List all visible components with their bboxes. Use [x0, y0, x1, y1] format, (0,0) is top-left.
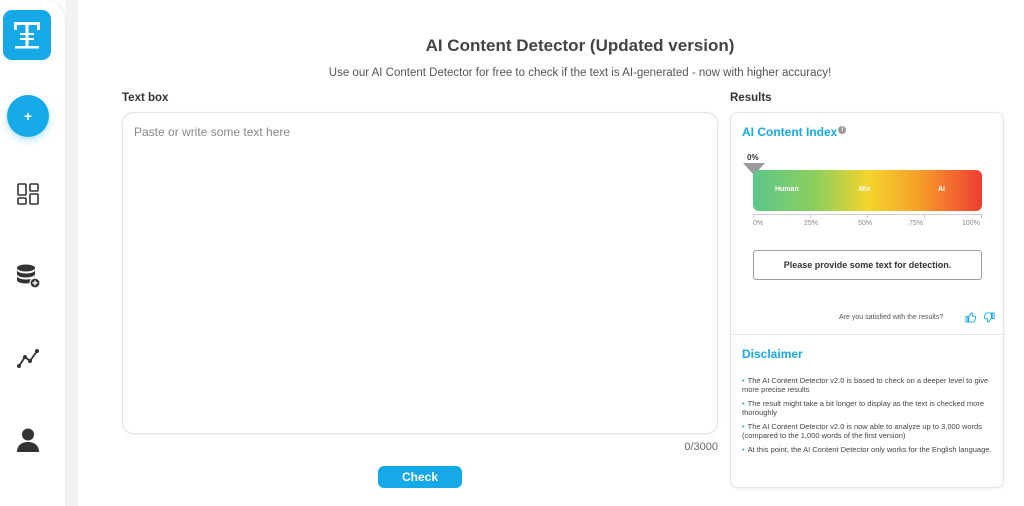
thumbs-up-icon[interactable] [964, 311, 976, 323]
page-title: AI Content Detector (Updated version) [425, 36, 735, 55]
plus-icon: + [23, 108, 33, 124]
text-input[interactable] [123, 113, 717, 433]
ai-content-index-label: AI Content Index [742, 125, 838, 139]
scale-tick [810, 214, 811, 218]
info-icon[interactable]: i [838, 126, 847, 134]
line-chart-icon[interactable] [14, 344, 42, 372]
scale-tick-label: 75% [909, 220, 924, 227]
add-button[interactable]: + [7, 95, 49, 137]
disclaimer-item: • The result might take a bit longer to d… [742, 399, 985, 417]
scale-tick [924, 214, 925, 218]
text-input-box [122, 112, 718, 434]
section-divider [731, 334, 1005, 335]
disclaimer-list: • The AI Content Detector v2.0 is based t… [742, 376, 998, 461]
thumbs-down-icon[interactable] [983, 311, 995, 323]
database-add-icon[interactable] [14, 262, 42, 290]
scale-tick-label: 0% [753, 220, 764, 227]
scale-tick [981, 214, 982, 218]
character-counter: 0/3000 [684, 441, 718, 453]
scale-tick [753, 214, 754, 218]
gauge-label-ai: AI [938, 186, 945, 193]
ai-content-index-title: AI Content Index i [742, 125, 847, 139]
ai-percent-value: 0% [747, 153, 759, 162]
disclaimer-title: Disclaimer [742, 347, 803, 361]
results-panel: AI Content Index i 0% Human Mix AI 0% 25%… [730, 112, 1005, 488]
textbox-label: Text box [122, 92, 169, 104]
scale-tick-label: 50% [858, 220, 873, 227]
disclaimer-item: • At this point, the AI Content Detector … [742, 445, 992, 454]
gauge-label-human: Human [775, 186, 799, 193]
text-tool-logo-icon[interactable] [3, 10, 51, 60]
scale-tick-label: 100% [962, 220, 980, 227]
page-subtitle: Use our AI Content Detector for free to … [328, 67, 832, 79]
gauge-label-mix: Mix [859, 186, 871, 193]
sidebar-gutter [66, 0, 78, 506]
scale-tick-label: 25% [804, 220, 819, 227]
disclaimer-item: • The AI Content Detector v2.0 is based t… [742, 376, 989, 394]
ai-content-gauge: Human Mix AI [753, 170, 982, 211]
dashboard-grid-icon[interactable] [14, 180, 42, 208]
results-label: Results [730, 92, 772, 104]
scale-tick [867, 214, 868, 218]
feedback-question: Are you satisfied with the results? [839, 314, 944, 321]
detection-status-box: Please provide some text for detection. [753, 250, 982, 280]
check-button[interactable]: Check [378, 466, 462, 488]
sidebar: + [0, 0, 66, 506]
user-icon[interactable] [14, 426, 42, 454]
disclaimer-item: • The AI Content Detector v2.0 is now abl… [742, 422, 982, 440]
